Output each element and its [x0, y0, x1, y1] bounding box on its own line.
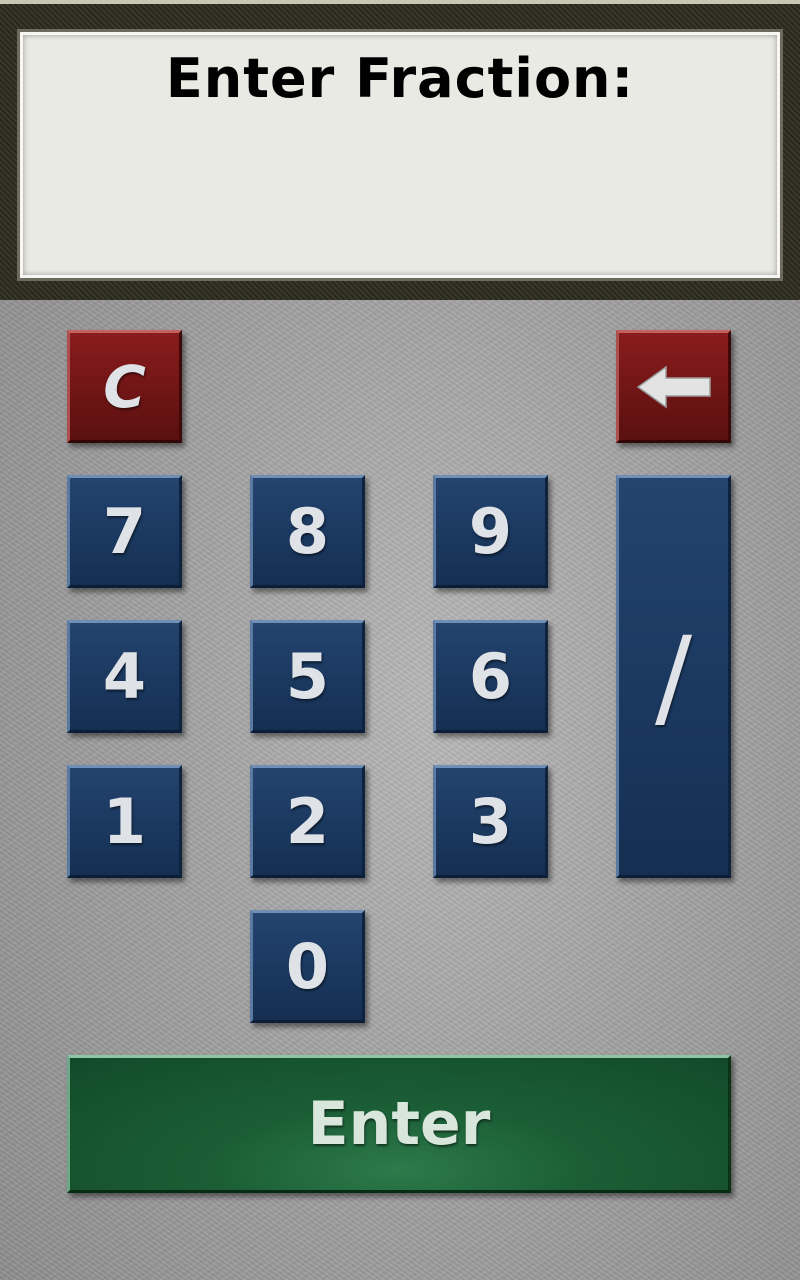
digit-6-label: 6 [468, 640, 513, 713]
digit-2-button[interactable]: 2 [250, 765, 365, 878]
digit-7-button[interactable]: 7 [67, 475, 182, 588]
clear-button-label: C [103, 352, 146, 421]
slash-label: / [654, 612, 693, 741]
digit-4-button[interactable]: 4 [67, 620, 182, 733]
display-title: Enter Fraction: [165, 47, 635, 110]
enter-button-label: Enter [307, 1089, 491, 1159]
digit-2-label: 2 [285, 785, 330, 858]
digit-0-label: 0 [285, 930, 330, 1003]
digit-8-button[interactable]: 8 [250, 475, 365, 588]
digit-6-button[interactable]: 6 [433, 620, 548, 733]
digit-9-button[interactable]: 9 [433, 475, 548, 588]
digit-5-label: 5 [285, 640, 330, 713]
digit-3-button[interactable]: 3 [433, 765, 548, 878]
digit-5-button[interactable]: 5 [250, 620, 365, 733]
digit-3-label: 3 [468, 785, 513, 858]
digit-1-button[interactable]: 1 [67, 765, 182, 878]
digit-9-label: 9 [468, 495, 513, 568]
display-frame: Enter Fraction: [0, 0, 800, 300]
digit-0-button[interactable]: 0 [250, 910, 365, 1023]
digit-8-label: 8 [285, 495, 330, 568]
left-arrow-icon [636, 365, 711, 408]
fraction-slash-button[interactable]: / [616, 475, 731, 878]
fraction-display: Enter Fraction: [20, 32, 780, 278]
enter-button[interactable]: Enter [67, 1055, 731, 1193]
backspace-button[interactable] [616, 330, 731, 443]
digit-1-label: 1 [102, 785, 147, 858]
digit-7-label: 7 [102, 495, 147, 568]
clear-button[interactable]: C [67, 330, 182, 443]
digit-4-label: 4 [102, 640, 147, 713]
